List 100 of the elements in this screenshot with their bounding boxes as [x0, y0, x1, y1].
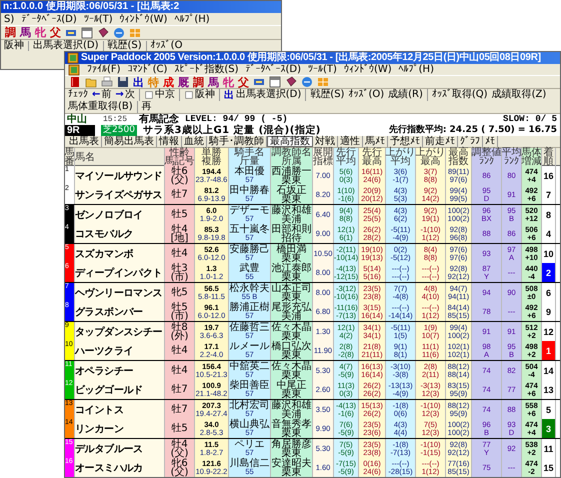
book-icon[interactable]	[69, 76, 81, 88]
toolbar-button[interactable]: 成績(R)	[388, 89, 423, 101]
menu-item[interactable]: ｺﾏﾝﾄﾞ(C)	[128, 64, 168, 75]
toolbar-button[interactable]: 出馬表選択(D)	[33, 40, 99, 52]
tab[interactable]: 前走ﾒﾓ	[423, 136, 458, 147]
toolbar-button[interactable]: 馬	[208, 76, 219, 88]
column-header[interactable]: 上がり 最高	[416, 148, 446, 166]
folder-icon[interactable]	[85, 76, 97, 88]
column-header[interactable]: 平均 ﾗﾝｸ	[502, 148, 522, 166]
tab[interactable]: 対戦	[313, 136, 338, 147]
tab[interactable]: 血統	[182, 136, 207, 147]
column-header[interactable]: 騎手名 斤量	[229, 148, 271, 166]
tab[interactable]: 簡易出馬表	[102, 136, 157, 147]
toolbar-button[interactable]: 出	[133, 76, 144, 88]
tab[interactable]: 予想ﾒﾓ	[388, 136, 423, 147]
menu-item[interactable]: ﾍﾙﾌﾟ(H)	[174, 14, 210, 24]
table-icon[interactable]	[253, 76, 265, 88]
menu-item[interactable]: ｳｨﾝﾄﾞｳ(W)	[344, 64, 392, 75]
finish-position: 12	[542, 322, 556, 341]
toolbar-button[interactable]: ｵｯｽﾞ(O)	[348, 89, 384, 101]
table-cell: 牡4	[165, 341, 195, 360]
column-header[interactable]: 単勝 複勝	[195, 148, 229, 166]
column-header[interactable]: 展開 指標	[313, 148, 334, 166]
toolbar-button[interactable]: 調	[193, 76, 204, 88]
horse-name: オペラシチー	[75, 361, 165, 380]
toolbar-button[interactable]: ←前	[92, 89, 112, 101]
calendar-icon[interactable]	[81, 26, 93, 38]
table-cell: 橋口弘次 栗東	[271, 341, 313, 360]
column-header[interactable]: 上がり 平均	[386, 148, 416, 166]
toolbar-button[interactable]: 厩	[178, 76, 189, 88]
toolbar-button[interactable]: 中京	[138, 89, 175, 101]
toolbar-button[interactable]: 馬	[20, 26, 31, 39]
toolbar-button[interactable]: ｵｯｽﾞ取得(Q)	[426, 89, 488, 101]
tab[interactable]: 馬ﾒﾓ	[363, 136, 388, 147]
column-header[interactable]: 馬体 増減	[522, 148, 542, 166]
toolbar-button[interactable]: 阪神	[178, 89, 215, 101]
finish-position: 13	[542, 380, 556, 399]
app-icon	[67, 52, 79, 64]
column-header[interactable]: 性齢 馬記号	[165, 148, 195, 166]
column-header[interactable]: 先行 最高	[359, 148, 386, 166]
horse-name: ゼンノロブロイ	[75, 205, 165, 224]
menu-item[interactable]: ｳｨﾝﾄﾞｳ(W)	[120, 14, 168, 24]
table-cell: 牡5 (市)	[165, 302, 195, 321]
tab[interactable]: 最高指数	[267, 136, 313, 147]
table-cell: 牡3 (市)	[165, 263, 195, 282]
toolbar-button[interactable]: 戦歴(S)	[108, 40, 142, 52]
toolbar-button[interactable]: 父	[238, 76, 249, 88]
table-cell: 牝6 (父)	[165, 458, 195, 477]
page-icon	[184, 90, 194, 100]
toolbar-button[interactable]: 馬体重取得(B)	[68, 101, 133, 113]
horse-name: ディープインパクト	[75, 263, 165, 282]
finish-position: 16	[542, 166, 556, 185]
menu-item[interactable]: ﾂｰﾙ(T)	[308, 64, 337, 75]
column-header[interactable]: 調整値 ﾗﾝｸ	[472, 148, 502, 166]
tab[interactable]: 出馬表	[67, 136, 102, 147]
finish-position: 3	[542, 419, 556, 438]
tab[interactable]: 適性	[338, 136, 363, 147]
horse-name: ビッグゴールド	[75, 380, 165, 399]
column-header[interactable]: 先行 平均	[334, 148, 359, 166]
table-cell: 田部和則 招待	[271, 224, 313, 243]
menu-item[interactable]: ﾃﾞｰﾀﾍﾞｰｽ(D)	[21, 14, 77, 24]
toolbar-button[interactable]: →次	[115, 89, 135, 101]
table-cell: 尾形充弘 美浦	[271, 302, 313, 321]
menu-item[interactable]: ﾃﾞｰﾀﾍﾞｰｽ(D)	[246, 64, 302, 75]
table-cell: 牡8 (外)	[165, 322, 195, 341]
slow-reading: SLOW: 0/ 5	[502, 114, 557, 125]
menu-item[interactable]: ｽﾋﾟｰﾄﾞ指数(S)	[174, 64, 239, 75]
tab[interactable]: ﾒﾓ	[483, 136, 498, 147]
column-header[interactable]: 調教師名 所属	[271, 148, 313, 166]
toolbar-button[interactable]: ｵｯｽﾞ(O	[150, 40, 182, 52]
table-cell: 牡4 [地]	[165, 224, 195, 243]
toolbar-button[interactable]: 出 出馬表選択(D)	[218, 89, 302, 101]
calendar-icon[interactable]	[269, 76, 281, 88]
menu-item[interactable]: S)	[4, 14, 14, 24]
toolbar-button[interactable]: 成	[163, 76, 174, 88]
horse-name: コスモバルク	[75, 224, 165, 243]
menu-item[interactable]: ﾂｰﾙ(T)	[84, 14, 113, 24]
toolbar-button[interactable]: 牝	[35, 26, 46, 39]
toolbar-button[interactable]: ﾁｪｯｸ	[68, 89, 88, 101]
toolbar-button[interactable]: 阪神	[4, 40, 24, 52]
tab[interactable]: 情報	[157, 136, 182, 147]
toolbar-button[interactable]: 調	[5, 26, 16, 39]
menu-item[interactable]: ﾌｧｲﾙ(F)	[87, 64, 121, 75]
finish-position: 14	[542, 361, 556, 380]
table-cell: 佐々木晶 栗東	[271, 361, 313, 380]
toolbar-button[interactable]: 牝	[223, 76, 234, 88]
toolbar-button[interactable]: 戦歴(S)	[305, 89, 344, 101]
toolbar-button[interactable]: 父	[50, 26, 61, 39]
horse-name: デルタブルース	[75, 439, 165, 458]
app-icon[interactable]	[68, 64, 80, 76]
column-header[interactable]: 最高 指数	[446, 148, 472, 166]
toolbar-button[interactable]: 再	[136, 101, 152, 113]
horse-name: グラスボンバー	[75, 302, 165, 321]
finish-position: 1	[542, 341, 556, 360]
toolbar-button[interactable]: 成績取得(Z)	[492, 89, 546, 101]
printer-icon[interactable]	[101, 76, 113, 88]
menu-item[interactable]: ﾍﾙﾌﾟ(H)	[398, 64, 434, 75]
tab[interactable]: ｸﾞﾗﾌ	[458, 136, 483, 147]
table-cell: 牝5	[165, 283, 195, 302]
horse-name: サンライズペガサス	[75, 185, 165, 204]
